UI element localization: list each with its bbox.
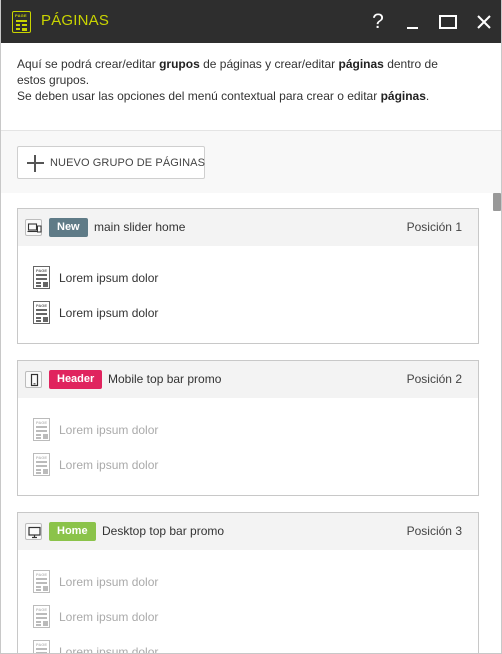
page-name: Lorem ipsum dolor	[59, 271, 159, 285]
text: Aquí se podrá crear/editar	[17, 57, 160, 71]
page-name: Lorem ipsum dolor	[59, 423, 159, 437]
page-icon: PAGE	[33, 418, 50, 441]
group-badge: Header	[49, 370, 103, 389]
page-name: Lorem ipsum dolor	[59, 645, 159, 654]
page-icon: PAGE	[33, 301, 50, 324]
page-group[interactable]: New main slider home Posición 1 PAGE Lorem i…	[17, 208, 479, 344]
window-title: PÁGINAS	[41, 12, 110, 29]
group-position: Posición 3	[406, 524, 462, 538]
scrollbar-thumb[interactable]	[493, 193, 501, 211]
close-icon	[477, 15, 491, 29]
group-badge: Home	[49, 522, 96, 541]
page-name: Lorem ipsum dolor	[59, 306, 159, 320]
devices-icon[interactable]	[25, 219, 42, 236]
help-button[interactable]: ?	[363, 8, 393, 36]
group-position: Posición 1	[406, 220, 462, 234]
app-icon-text: PAGE	[15, 13, 27, 18]
page-icon: PAGE	[33, 570, 50, 593]
text: .	[425, 89, 430, 103]
bold-text: grupos	[159, 57, 200, 71]
description-line-2: Se deben usar las opciones del menú cont…	[17, 88, 467, 104]
page-icon: PAGE	[12, 11, 31, 33]
page-list-item[interactable]: PAGE Lorem ipsum dolor	[18, 605, 478, 631]
page-group-header[interactable]: Home Desktop top bar promo Posición 3	[18, 513, 478, 550]
page-icon: PAGE	[33, 266, 50, 289]
page-list-item[interactable]: PAGE Lorem ipsum dolor	[18, 570, 478, 596]
bold-text: páginas	[380, 89, 426, 103]
new-page-group-button[interactable]: NUEVO GRUPO DE PÁGINAS	[17, 146, 205, 179]
text: de páginas y crear/editar	[199, 57, 339, 71]
group-badge: New	[49, 218, 88, 237]
page-icon: PAGE	[33, 453, 50, 476]
group-name: Desktop top bar promo	[102, 524, 225, 538]
page-group[interactable]: Home Desktop top bar promo Posición 3 PAGE L…	[17, 512, 479, 654]
toolbar: NUEVO GRUPO DE PÁGINAS	[1, 131, 501, 193]
group-name: main slider home	[94, 220, 186, 234]
maximize-button[interactable]	[433, 8, 463, 36]
bold-text: páginas	[338, 57, 384, 71]
page-list-item[interactable]: PAGE Lorem ipsum dolor	[18, 640, 478, 654]
page-name: Lorem ipsum dolor	[59, 575, 159, 589]
minimize-button[interactable]	[398, 8, 428, 36]
paginas-window: PAGE PÁGINAS ? Aquí se podrá crear/edita…	[0, 0, 502, 654]
page-icon: PAGE	[33, 605, 50, 628]
new-page-group-label: NUEVO GRUPO DE PÁGINAS	[50, 157, 206, 169]
group-position: Posición 2	[406, 372, 462, 386]
page-group-header[interactable]: New main slider home Posición 1	[18, 209, 478, 246]
page-name: Lorem ipsum dolor	[59, 610, 159, 624]
close-button[interactable]	[469, 8, 499, 36]
page-group[interactable]: Header Mobile top bar promo Posición 2 PAGE…	[17, 360, 479, 496]
page-list-item[interactable]: PAGE Lorem ipsum dolor	[18, 418, 478, 444]
page-group-header[interactable]: Header Mobile top bar promo Posición 2	[18, 361, 478, 398]
group-name: Mobile top bar promo	[108, 372, 222, 386]
description-line-1: Aquí se podrá crear/editar grupos de pág…	[17, 56, 467, 88]
desktop-icon[interactable]	[25, 523, 42, 540]
page-icon: PAGE	[33, 640, 50, 653]
page-name: Lorem ipsum dolor	[59, 458, 159, 472]
description: Aquí se podrá crear/editar grupos de pág…	[17, 56, 467, 104]
page-list-item[interactable]: PAGE Lorem ipsum dolor	[18, 301, 478, 327]
mobile-icon[interactable]	[25, 371, 42, 388]
minimize-icon	[407, 27, 418, 29]
maximize-icon	[439, 15, 457, 29]
page-list-item[interactable]: PAGE Lorem ipsum dolor	[18, 453, 478, 479]
title-bar: PAGE PÁGINAS ?	[1, 0, 501, 43]
text: Se deben usar las opciones del menú cont…	[17, 89, 381, 103]
page-list-item[interactable]: PAGE Lorem ipsum dolor	[18, 266, 478, 292]
